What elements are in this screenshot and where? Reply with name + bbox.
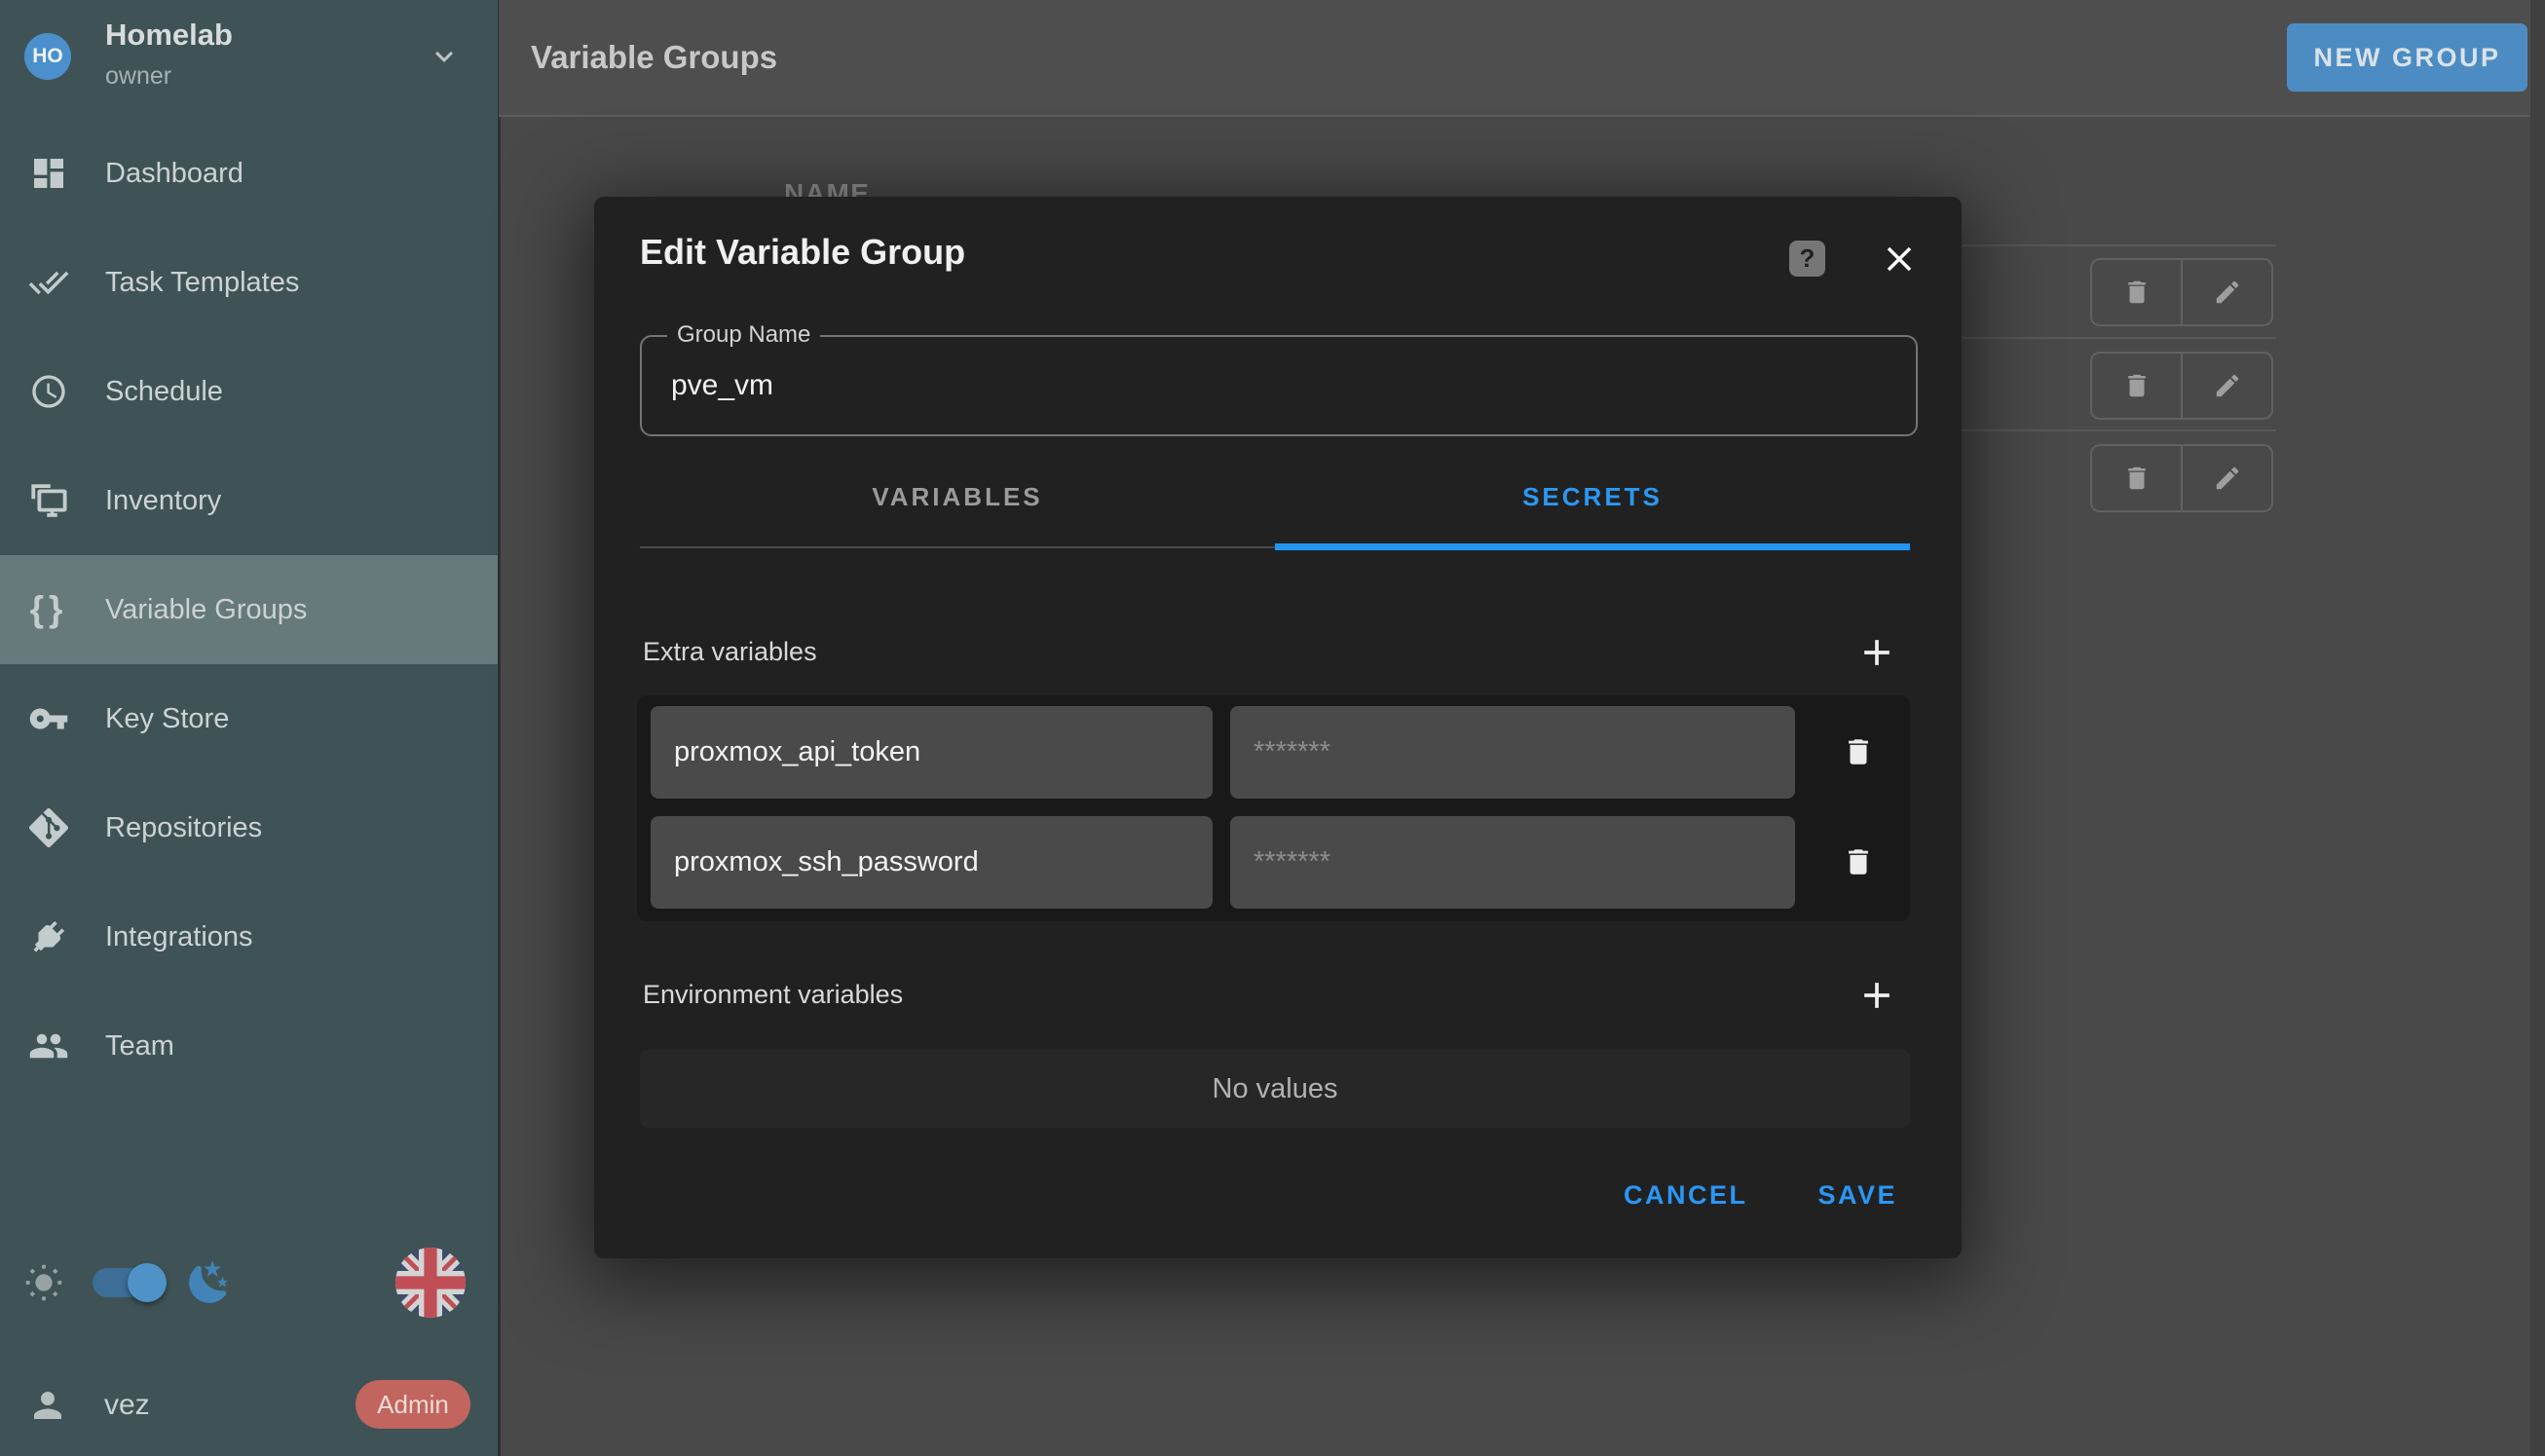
sidebar-item-label: Variable Groups: [105, 594, 307, 626]
person-icon: [27, 1385, 68, 1426]
save-button[interactable]: SAVE: [1817, 1180, 1897, 1211]
moon-icon: [185, 1258, 234, 1307]
sidebar-item-repositories[interactable]: Repositories: [0, 773, 499, 882]
add-extra-variable-button[interactable]: [1855, 631, 1898, 674]
extra-variables-title: Extra variables: [643, 637, 817, 667]
sidebar-item-variable-groups[interactable]: {} Variable Groups: [0, 555, 499, 664]
people-icon: [27, 1025, 70, 1067]
secret-value-field: [1230, 706, 1795, 799]
delete-row-button[interactable]: [2092, 354, 2181, 418]
power-plug-icon: [27, 915, 70, 958]
key-icon: [27, 697, 70, 740]
sidebar-item-label: Inventory: [105, 485, 221, 517]
sidebar-divider: [498, 0, 501, 1456]
sidebar-item-label: Repositories: [105, 812, 262, 844]
team-avatar[interactable]: HO: [24, 33, 71, 80]
dialog-title: Edit Variable Group: [640, 232, 965, 273]
tab-divider: [640, 546, 1275, 548]
top-app-bar: Variable Groups: [499, 0, 2545, 117]
secret-value-input[interactable]: [1230, 706, 1795, 799]
table-row-divider: [1933, 244, 2276, 246]
secret-value-field: [1230, 816, 1795, 909]
sidebar-item-label: Dashboard: [105, 158, 243, 190]
delete-row-button[interactable]: [2092, 446, 2181, 510]
secret-value-input[interactable]: [1230, 816, 1795, 909]
theme-toggle-thumb[interactable]: [128, 1263, 167, 1302]
sidebar-item-schedule[interactable]: Schedule: [0, 337, 499, 446]
dialog-tabs: VARIABLES SECRETS: [640, 442, 1910, 551]
no-values-placeholder: No values: [640, 1050, 1910, 1128]
delete-secret-button[interactable]: [1842, 845, 1875, 878]
done-all-icon: [27, 261, 70, 304]
add-environment-variable-button[interactable]: [1855, 974, 1898, 1017]
group-name-input[interactable]: [642, 337, 1916, 434]
table-row-actions: [2090, 352, 2273, 420]
sidebar-item-label: Key Store: [105, 703, 229, 735]
edit-variable-group-dialog: Edit Variable Group ? Group Name VARIABL…: [594, 197, 1962, 1258]
team-role: owner: [105, 62, 171, 91]
sidebar-item-integrations[interactable]: Integrations: [0, 882, 499, 991]
sidebar-item-label: Team: [105, 1030, 174, 1063]
cancel-button[interactable]: CANCEL: [1624, 1180, 1748, 1211]
chevron-down-icon[interactable]: [427, 39, 462, 74]
dashboard-icon: [27, 152, 70, 195]
environment-variables-title: Environment variables: [643, 980, 903, 1010]
app-window: HO Homelab owner Dashboard Task Template…: [0, 0, 2545, 1456]
tab-variables[interactable]: VARIABLES: [640, 442, 1275, 551]
sidebar-item-inventory[interactable]: Inventory: [0, 446, 499, 555]
sidebar-item-task-templates[interactable]: Task Templates: [0, 228, 499, 337]
sun-icon: [21, 1260, 66, 1305]
delete-secret-button[interactable]: [1842, 735, 1875, 768]
language-flag-uk[interactable]: [395, 1248, 466, 1318]
table-row-divider: [1933, 429, 2276, 431]
sidebar-item-label: Task Templates: [105, 267, 299, 299]
close-icon[interactable]: [1879, 239, 1920, 280]
delete-row-button[interactable]: [2092, 260, 2181, 324]
edit-row-button[interactable]: [2181, 446, 2271, 510]
sidebar-item-dashboard[interactable]: Dashboard: [0, 119, 499, 228]
table-row-actions: [2090, 444, 2273, 512]
help-button[interactable]: ?: [1789, 241, 1825, 277]
sidebar-nav: Dashboard Task Templates Schedule: [0, 119, 499, 1101]
braces-icon: {}: [27, 588, 70, 631]
sidebar-item-label: Integrations: [105, 921, 253, 953]
secret-name-input[interactable]: [651, 706, 1213, 799]
group-name-field: Group Name: [640, 335, 1918, 436]
clock-icon: [27, 370, 70, 413]
secret-name-input[interactable]: [651, 816, 1213, 909]
sidebar-item-key-store[interactable]: Key Store: [0, 664, 499, 773]
admin-badge: Admin: [356, 1380, 470, 1429]
git-icon: [27, 806, 70, 849]
user-name[interactable]: vez: [104, 1389, 150, 1422]
table-row-divider: [1933, 337, 2276, 339]
edit-row-button[interactable]: [2181, 260, 2271, 324]
team-name: Homelab: [105, 18, 233, 53]
dialog-actions: CANCEL SAVE: [1624, 1180, 1897, 1211]
sidebar: HO Homelab owner Dashboard Task Template…: [0, 0, 499, 1456]
secret-name-field: [651, 816, 1213, 909]
table-row-actions: [2090, 258, 2273, 326]
tab-secrets[interactable]: SECRETS: [1275, 442, 1910, 551]
sidebar-item-team[interactable]: Team: [0, 991, 499, 1101]
page-title: Variable Groups: [531, 39, 777, 76]
tab-active-indicator: [1275, 543, 1910, 550]
scrollbar[interactable]: [2530, 0, 2545, 1456]
monitor-multiple-icon: [27, 479, 70, 522]
new-group-button[interactable]: NEW GROUP: [2287, 23, 2527, 92]
edit-row-button[interactable]: [2181, 354, 2271, 418]
secret-name-field: [651, 706, 1213, 799]
sidebar-item-label: Schedule: [105, 376, 223, 408]
